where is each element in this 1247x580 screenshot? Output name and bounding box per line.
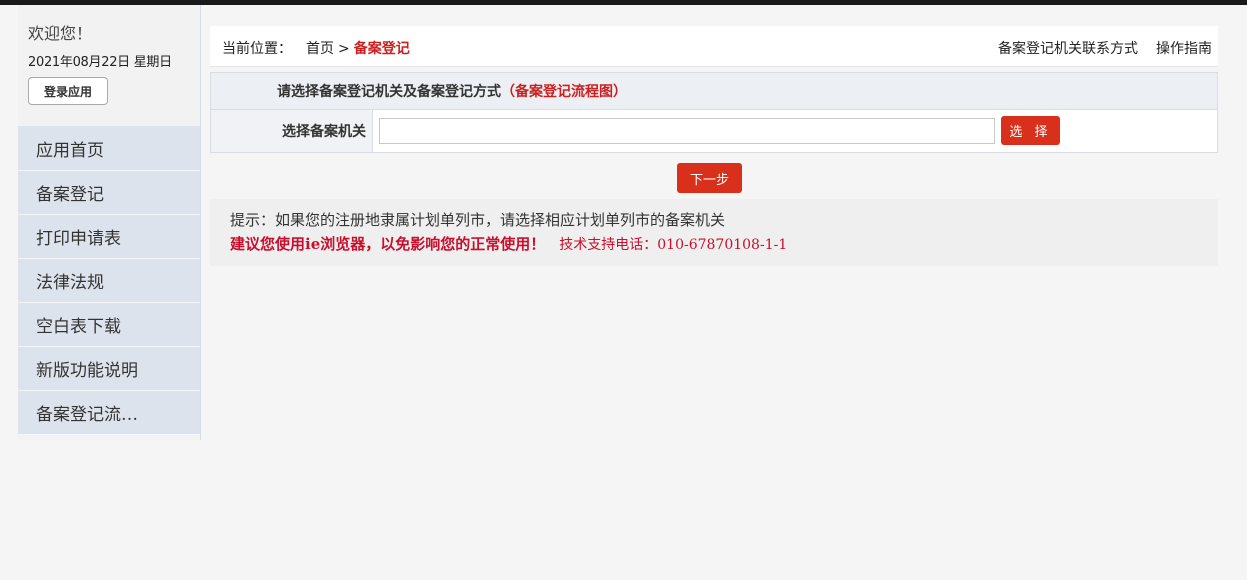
flow-chart-link[interactable]: （备案登记流程图） <box>501 81 627 101</box>
breadcrumb: 当前位置： 首页 > 备案登记 <box>222 38 410 58</box>
sidebar-item-laws[interactable]: 法律法规 <box>18 259 200 303</box>
select-org-button[interactable]: 选 择 <box>1001 116 1060 145</box>
sidebar-item-registration[interactable]: 备案登记 <box>18 171 200 215</box>
next-step-button[interactable]: 下一步 <box>677 163 742 193</box>
sidebar-item-app-home[interactable]: 应用首页 <box>18 126 200 171</box>
breadcrumb-separator: > <box>338 41 350 57</box>
org-input[interactable] <box>379 118 995 144</box>
breadcrumb-prefix: 当前位置： <box>222 41 292 57</box>
breadcrumb-bar: 当前位置： 首页 > 备案登记 备案登记机关联系方式 操作指南 <box>210 26 1218 67</box>
form-heading-text: 请选择备案登记机关及备案登记方式 <box>277 84 501 100</box>
breadcrumb-home-link[interactable]: 首页 <box>306 41 334 57</box>
browser-warning: 建议您使用ie浏览器，以免影响您的正常使用！ <box>230 235 546 253</box>
sidebar-menu: 应用首页 备案登记 打印申请表 法律法规 空白表下载 新版功能说明 备案登记流… <box>18 126 200 435</box>
tip-hint: 提示：如果您的注册地隶属计划单列市，请选择相应计划单列市的备案机关 <box>230 211 726 229</box>
breadcrumb-current: 备案登记 <box>353 41 410 57</box>
tip-line-2: 建议您使用ie浏览器，以免影响您的正常使用！ 技术支持电话：010-6787010… <box>230 233 1198 254</box>
current-date: 2021年08月22日 星期日 <box>28 55 172 70</box>
sidebar-item-new-features[interactable]: 新版功能说明 <box>18 347 200 391</box>
contact-link[interactable]: 备案登记机关联系方式 <box>998 41 1138 57</box>
sidebar-item-print-form[interactable]: 打印申请表 <box>18 215 200 259</box>
welcome-text: 欢迎您！ <box>28 24 93 43</box>
top-links: 备案登记机关联系方式 操作指南 <box>980 38 1212 58</box>
sidebar-item-registration-flow[interactable]: 备案登记流… <box>18 391 200 435</box>
registration-form: 请选择备案登记机关及备案登记方式 （备案登记流程图） 选择备案机关 选 择 <box>210 72 1218 153</box>
org-label: 选择备案机关 <box>211 110 373 152</box>
guide-link[interactable]: 操作指南 <box>1156 41 1212 57</box>
sidebar: 欢迎您！ 2021年08月22日 星期日 登录应用 应用首页 备案登记 打印申请… <box>18 5 201 440</box>
org-row: 选择备案机关 选 择 <box>211 110 1217 152</box>
login-app-button[interactable]: 登录应用 <box>28 77 108 105</box>
support-phone: 技术支持电话：010-67870108-1-1 <box>559 237 788 253</box>
sidebar-item-blank-forms[interactable]: 空白表下载 <box>18 303 200 347</box>
form-heading: 请选择备案登记机关及备案登记方式 （备案登记流程图） <box>211 73 1217 110</box>
tips-panel: 提示：如果您的注册地隶属计划单列市，请选择相应计划单列市的备案机关 建议您使用i… <box>210 199 1218 266</box>
